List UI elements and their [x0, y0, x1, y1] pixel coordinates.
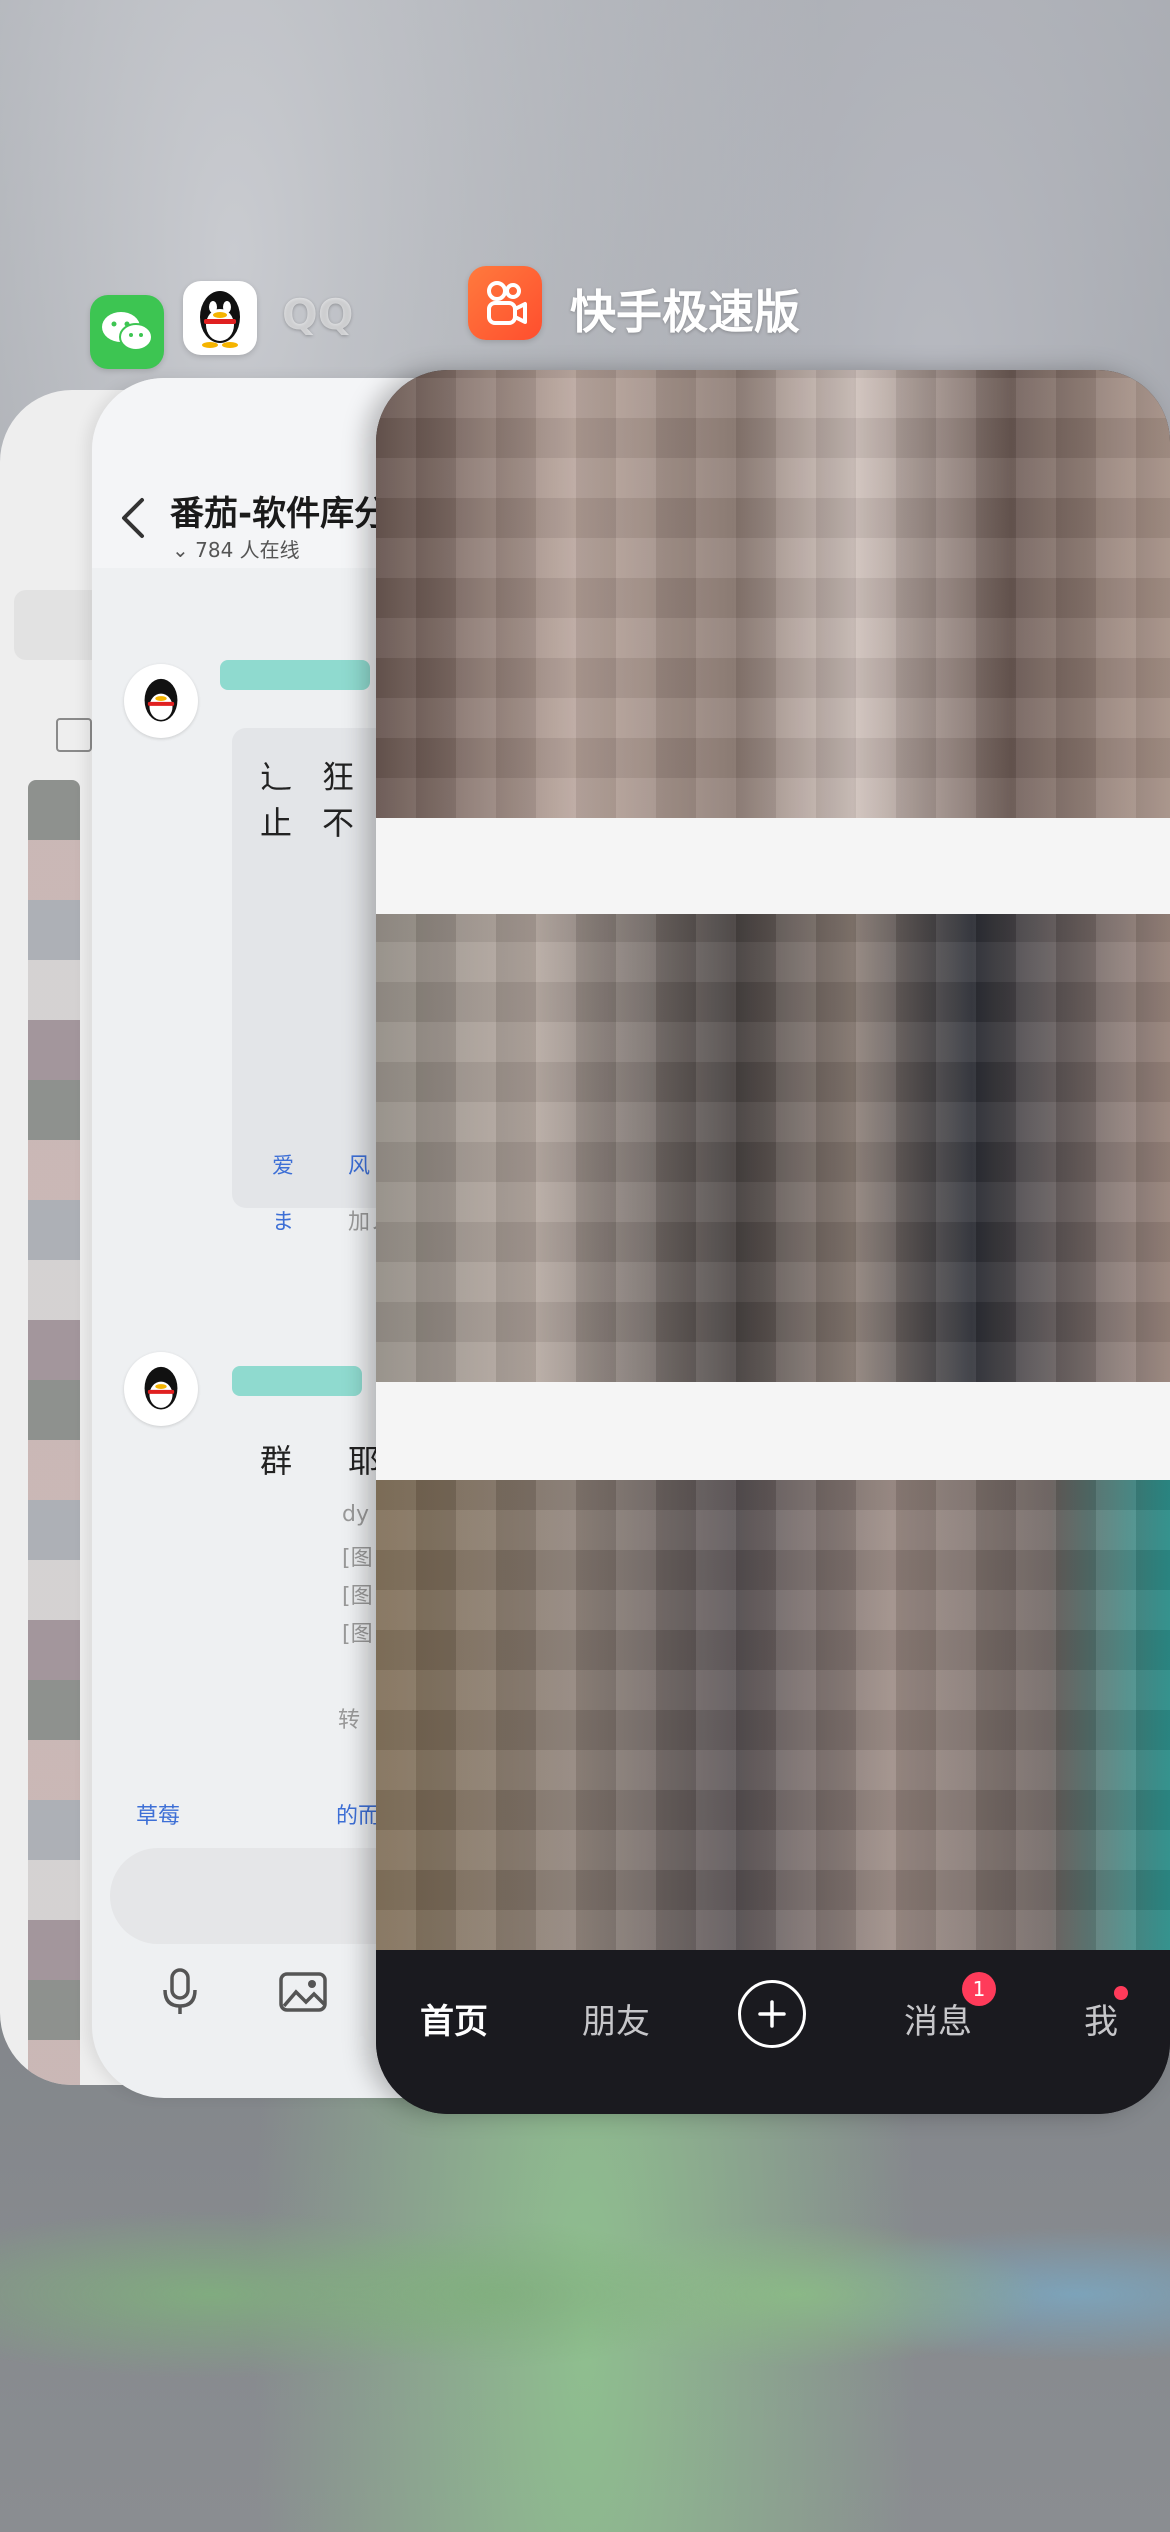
qq-penguin-icon [144, 1366, 178, 1410]
video-thumbnail[interactable] [376, 1480, 1170, 1950]
kuaishou-app-icon[interactable] [468, 266, 542, 340]
kuaishou-app-card[interactable]: 首页 朋友 消息 1 我 [376, 370, 1170, 2114]
message-text: 群 [260, 1442, 293, 1480]
message-text: 狂 [322, 758, 355, 796]
list-item: [图 [342, 1622, 373, 1647]
kuaishou-app-name: 快手极速版 [570, 285, 800, 339]
image-icon[interactable] [278, 1968, 328, 2018]
qq-penguin-icon [144, 678, 178, 722]
kuaishou-icon [487, 281, 527, 325]
list-item: dy [342, 1502, 369, 1527]
tab-friends[interactable]: 朋友 [582, 1994, 650, 2043]
level-badge [232, 1366, 362, 1396]
notification-dot [1114, 1986, 1128, 2000]
avatar[interactable] [124, 1352, 198, 1426]
link-text[interactable]: ま [272, 1204, 294, 1236]
microphone-icon[interactable] [160, 1966, 200, 2022]
level-badge [220, 660, 370, 690]
link-text[interactable]: 爱 [272, 1148, 294, 1180]
tab-me[interactable]: 我 [1084, 1994, 1118, 2043]
list-item: [图 [342, 1584, 373, 1609]
footer-link[interactable]: 的而 [336, 1798, 380, 1830]
plus-icon [758, 2000, 786, 2028]
online-count-text: 784 人在线 [195, 538, 300, 562]
group-title: 番茄-软件库分 [170, 494, 389, 534]
footer-link[interactable]: 草莓 [136, 1798, 180, 1830]
online-count: ⌄ 784 人在线 [172, 534, 300, 563]
message-count-badge: 1 [962, 1972, 996, 2006]
message-text: 不 [322, 804, 355, 842]
publish-button[interactable] [738, 1980, 806, 2048]
wechat-icon [102, 312, 153, 351]
video-thumbnail[interactable] [376, 914, 1170, 1382]
feed-divider [376, 818, 1170, 914]
back-arrow-icon[interactable] [118, 496, 148, 552]
tab-messages[interactable]: 消息 [904, 1994, 972, 2043]
qq-app-icon[interactable] [183, 281, 257, 355]
chevron-down-icon: ⌄ [172, 538, 196, 562]
qq-app-name: QQ [282, 290, 354, 339]
wechat-app-icon[interactable] [90, 295, 164, 369]
chat-list-avatars [28, 780, 80, 2085]
avatar[interactable] [124, 664, 198, 738]
link-text[interactable]: 风 [348, 1148, 370, 1180]
forward-text[interactable]: 转 [338, 1702, 360, 1734]
qq-penguin-icon [200, 291, 240, 348]
checkbox-icon [56, 718, 92, 752]
message-text: 辶 [260, 758, 293, 796]
home-screen-dock-blur [0, 2100, 1170, 2532]
video-thumbnail[interactable] [376, 370, 1170, 818]
tab-home[interactable]: 首页 [420, 1994, 488, 2043]
message-text: 止 [260, 804, 293, 842]
bottom-tab-bar: 首页 朋友 消息 1 我 [376, 1950, 1170, 2114]
feed-divider [376, 1382, 1170, 1480]
list-item: [图 [342, 1546, 373, 1571]
